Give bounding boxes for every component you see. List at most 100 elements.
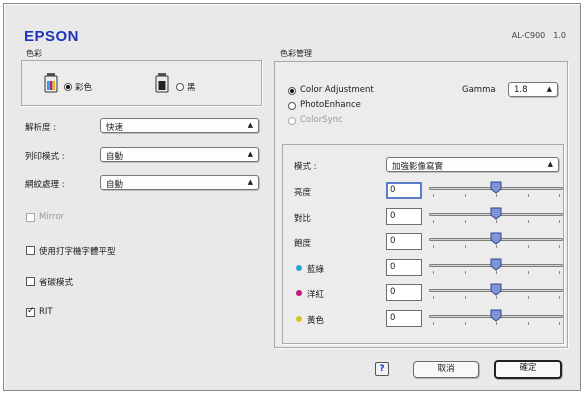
- mode-popup[interactable]: 加強影像寫實 ▲: [386, 157, 559, 172]
- slider-tick: [528, 245, 529, 248]
- slider-label: 藍綠: [307, 264, 325, 275]
- resolution-value: 快速: [106, 123, 124, 133]
- slider-thumb[interactable]: [490, 207, 502, 220]
- channel-color-dot: [296, 315, 302, 322]
- slider-tick: [433, 296, 434, 299]
- updown-arrows-icon: ▲: [546, 85, 552, 93]
- mirror-label: Mirror: [39, 212, 65, 222]
- gamma-popup[interactable]: 1.8 ▲: [508, 82, 558, 97]
- slider-tick: [559, 219, 560, 223]
- updown-arrows-icon: ▲: [247, 150, 253, 158]
- slider-value-input[interactable]: 0: [386, 284, 422, 301]
- toner-save-checkbox[interactable]: [26, 277, 35, 286]
- slider-thumb[interactable]: [490, 283, 502, 296]
- slider-tick: [496, 270, 497, 274]
- slider-label: 飽度: [294, 239, 312, 249]
- slider-tick: [433, 321, 434, 325]
- slider-tick: [433, 194, 434, 197]
- slider-tick: [433, 245, 434, 248]
- typewriter-font-label: 使用打字機字體平型: [39, 247, 116, 257]
- resolution-popup[interactable]: 快速 ▲: [100, 118, 259, 133]
- color-adjustment-label: Color Adjustment: [300, 85, 374, 95]
- gamma-label: Gamma: [462, 85, 496, 95]
- adjustment-slider[interactable]: [429, 232, 563, 248]
- ink-black-label: 黑: [187, 83, 196, 93]
- slider-label: 亮度: [294, 188, 312, 198]
- typewriter-font-checkbox[interactable]: [26, 246, 35, 255]
- resolution-label: 解析度 :: [25, 123, 57, 133]
- ink-color-label: 彩色: [75, 83, 93, 93]
- slider-tick: [465, 321, 466, 325]
- toner-save-label: 省碳模式: [39, 278, 74, 288]
- adjustment-slider[interactable]: [429, 258, 563, 274]
- rit-label: RIT: [39, 307, 53, 317]
- slider-tick: [496, 296, 497, 299]
- colorsync-label: ColorSync: [300, 115, 343, 125]
- slider-tick: [528, 321, 529, 325]
- color-adjustment-radio[interactable]: [288, 87, 296, 95]
- slider-tick: [559, 194, 560, 197]
- slider-thumb[interactable]: [490, 258, 502, 271]
- slider-tick: [465, 270, 466, 274]
- photo-enhance-radio[interactable]: [288, 102, 296, 110]
- cancel-button[interactable]: 取消: [413, 361, 479, 378]
- slider-tick: [496, 245, 497, 248]
- photo-enhance-label: PhotoEnhance: [300, 100, 361, 110]
- print-mode-label: 列印模式 :: [25, 152, 65, 162]
- slider-value-input[interactable]: 0: [386, 258, 422, 276]
- help-button[interactable]: ?: [375, 362, 389, 376]
- rit-checkbox[interactable]: [26, 306, 35, 317]
- updown-arrows-icon: ▲: [547, 160, 553, 168]
- slider-label: 黃色: [307, 315, 325, 326]
- slider-thumb[interactable]: [490, 309, 502, 322]
- slider-tick: [528, 194, 529, 197]
- mode-label: 模式 :: [294, 162, 317, 172]
- slider-value-input[interactable]: 0: [386, 309, 422, 327]
- slider-thumb[interactable]: [490, 232, 502, 245]
- halftone-label: 網紋處理 :: [25, 180, 65, 190]
- slider-tick: [465, 194, 466, 197]
- gamma-value: 1.8: [514, 85, 528, 95]
- print-mode-value: 自動: [106, 152, 124, 162]
- slider-thumb[interactable]: [490, 181, 502, 194]
- slider-value-input[interactable]: 0: [386, 233, 422, 250]
- adjustment-slider[interactable]: [429, 207, 563, 223]
- adjustment-box: 模式 : 加強影像寫實 ▲ 亮度 0 對比 0 飽度 0 藍綠 0 洋紅 0 黃色 0: [282, 144, 564, 344]
- color-management-label: 色彩管理: [280, 49, 312, 58]
- slider-label: 對比: [294, 213, 312, 224]
- slider-tick: [528, 296, 529, 299]
- adjustment-slider[interactable]: [429, 283, 563, 299]
- slider-value-input[interactable]: 0: [386, 207, 422, 225]
- slider-tick: [559, 296, 560, 299]
- halftone-value: 自動: [106, 180, 124, 190]
- slider-tick: [496, 194, 497, 197]
- ink-group-label: 色彩: [26, 49, 42, 58]
- slider-tick: [433, 219, 434, 223]
- mode-value: 加強影像寫實: [392, 162, 444, 172]
- slider-tick: [528, 219, 529, 223]
- ink-color-radio[interactable]: [64, 83, 72, 91]
- ink-group-box: 彩色 黑: [21, 60, 262, 106]
- ok-button[interactable]: 確定: [494, 360, 562, 379]
- print-mode-popup[interactable]: 自動 ▲: [100, 147, 259, 162]
- mirror-checkbox[interactable]: [26, 213, 35, 222]
- slider-label: 洋紅: [307, 290, 325, 300]
- adjustment-slider[interactable]: [429, 181, 563, 197]
- updown-arrows-icon: ▲: [247, 178, 253, 186]
- color-ink-icon: [44, 73, 58, 93]
- ink-black-radio[interactable]: [176, 83, 184, 91]
- slider-tick: [559, 270, 560, 274]
- channel-color-dot: [296, 290, 302, 296]
- slider-tick: [559, 321, 560, 325]
- colorsync-radio[interactable]: [288, 117, 296, 125]
- slider-tick: [496, 219, 497, 223]
- halftone-popup[interactable]: 自動 ▲: [100, 175, 259, 190]
- adjustment-slider[interactable]: [429, 309, 563, 325]
- slider-tick: [433, 270, 434, 274]
- model-version: 1.0: [553, 31, 566, 40]
- black-ink-icon: [155, 73, 169, 93]
- updown-arrows-icon: ▲: [247, 121, 253, 129]
- slider-tick: [465, 296, 466, 299]
- slider-value-input[interactable]: 0: [386, 182, 422, 199]
- color-management-box: Color Adjustment PhotoEnhance ColorSync …: [274, 61, 568, 348]
